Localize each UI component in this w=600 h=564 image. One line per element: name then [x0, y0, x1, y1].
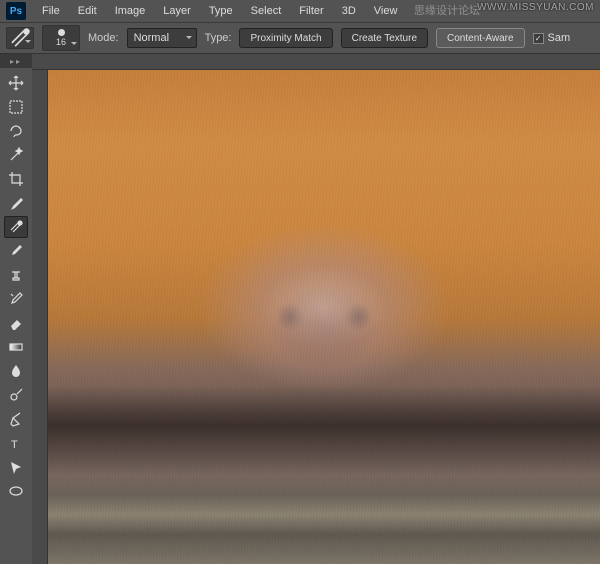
- brush-preset-picker[interactable]: 16: [42, 25, 80, 51]
- mode-value: Normal: [134, 32, 169, 44]
- document-image: [48, 70, 600, 564]
- tool-history[interactable]: [4, 288, 28, 310]
- canvas-area[interactable]: [48, 70, 600, 564]
- marquee-icon: [8, 99, 24, 115]
- history-icon: [8, 291, 24, 307]
- tool-crop[interactable]: [4, 168, 28, 190]
- current-tool-indicator[interactable]: [6, 27, 34, 49]
- type-icon: T: [8, 435, 24, 451]
- ruler-vertical[interactable]: [32, 70, 48, 564]
- menu-type[interactable]: Type: [201, 2, 241, 20]
- menu-3d[interactable]: 3D: [334, 2, 364, 20]
- move-icon: [8, 75, 24, 91]
- menu-select[interactable]: Select: [243, 2, 290, 20]
- tool-gradient[interactable]: [4, 336, 28, 358]
- tool-marquee[interactable]: [4, 96, 28, 118]
- create-texture-button[interactable]: Create Texture: [341, 28, 428, 48]
- checkbox-icon: ✓: [533, 33, 544, 44]
- tools-panel: T: [0, 68, 32, 564]
- sample-label: Sam: [548, 32, 571, 44]
- wand-icon: [8, 147, 24, 163]
- options-bar: 16 Mode: Normal Type: Proximity Match Cr…: [0, 22, 600, 54]
- eyedropper-icon: [8, 195, 24, 211]
- sample-checkbox[interactable]: ✓ Sam: [533, 32, 571, 44]
- svg-text:T: T: [11, 439, 18, 451]
- tool-blur[interactable]: [4, 360, 28, 382]
- tool-type[interactable]: T: [4, 432, 28, 454]
- content-aware-button[interactable]: Content-Aware: [436, 28, 525, 48]
- path-icon: [8, 459, 24, 475]
- menu-view[interactable]: View: [366, 2, 406, 20]
- tool-path[interactable]: [4, 456, 28, 478]
- brush-icon: [8, 243, 24, 259]
- stamp-icon: [8, 267, 24, 283]
- menu-edit[interactable]: Edit: [70, 2, 105, 20]
- tool-eyedropper[interactable]: [4, 192, 28, 214]
- tool-wand[interactable]: [4, 144, 28, 166]
- mode-label: Mode:: [88, 32, 119, 44]
- menu-image[interactable]: Image: [107, 2, 154, 20]
- ruler-horizontal[interactable]: [32, 54, 600, 70]
- tool-ellipse[interactable]: [4, 480, 28, 502]
- lasso-icon: [8, 123, 24, 139]
- ellipse-icon: [8, 483, 24, 499]
- tool-eraser[interactable]: [4, 312, 28, 334]
- tool-dodge[interactable]: [4, 384, 28, 406]
- mode-dropdown[interactable]: Normal: [127, 28, 197, 48]
- type-label: Type:: [205, 32, 232, 44]
- tool-move[interactable]: [4, 72, 28, 94]
- watermark-cn: 思缘设计论坛: [414, 2, 480, 18]
- tool-lasso[interactable]: [4, 120, 28, 142]
- crop-icon: [8, 171, 24, 187]
- blur-icon: [8, 363, 24, 379]
- toolbar-handle[interactable]: ▸▸: [0, 54, 32, 68]
- eraser-icon: [8, 315, 24, 331]
- watermark-site: WWW.MISSYUAN.COM: [477, 2, 594, 13]
- menu-layer[interactable]: Layer: [155, 2, 199, 20]
- tool-pen[interactable]: [4, 408, 28, 430]
- tool-stamp[interactable]: [4, 264, 28, 286]
- menu-file[interactable]: File: [34, 2, 68, 20]
- healing-icon: [7, 25, 33, 51]
- tool-brush[interactable]: [4, 240, 28, 262]
- healing-icon: [8, 219, 24, 235]
- brush-preview-icon: [58, 29, 65, 36]
- app-logo: Ps: [6, 2, 26, 20]
- dodge-icon: [8, 387, 24, 403]
- brush-size-value: 16: [56, 37, 66, 47]
- gradient-icon: [8, 339, 24, 355]
- pen-icon: [8, 411, 24, 427]
- proximity-match-button[interactable]: Proximity Match: [239, 28, 332, 48]
- menu-filter[interactable]: Filter: [291, 2, 331, 20]
- tool-healing[interactable]: [4, 216, 28, 238]
